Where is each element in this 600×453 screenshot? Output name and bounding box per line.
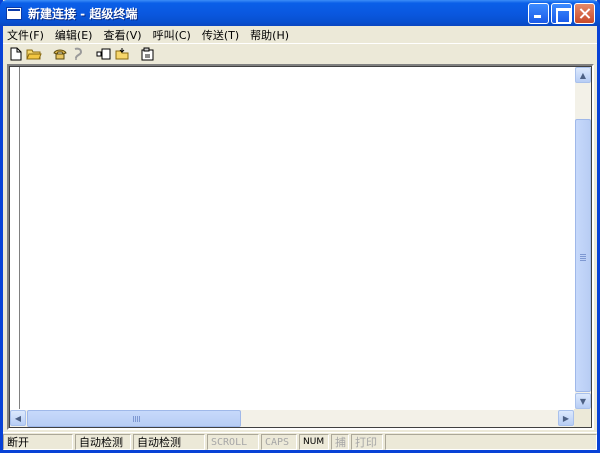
horizontal-scroll-thumb[interactable]: [27, 410, 241, 427]
status-num: NUM: [299, 433, 329, 450]
scroll-up-icon[interactable]: ▲: [575, 67, 591, 83]
new-document-icon[interactable]: [7, 45, 25, 62]
menu-help[interactable]: 帮助(H): [250, 27, 289, 43]
properties-icon[interactable]: [139, 45, 157, 62]
close-icon[interactable]: [574, 3, 595, 24]
open-folder-icon[interactable]: [25, 45, 43, 62]
status-connection: 断开: [3, 433, 73, 450]
scroll-right-icon[interactable]: ▶: [558, 410, 574, 426]
horizontal-scrollbar[interactable]: ◀ ▶: [10, 410, 574, 427]
hangup-icon[interactable]: [69, 45, 87, 62]
hyperterminal-window: 新建连接 - 超级终端 文件(F) 编辑(E) 查看(V) 呼叫(C) 传送(T…: [0, 0, 600, 453]
toolbar: [3, 43, 597, 63]
phone-icon[interactable]: [51, 45, 69, 62]
status-caps: CAPS: [261, 433, 297, 450]
terminal-border: ▲ ▼ ◀ ▶: [9, 66, 592, 428]
menu-edit[interactable]: 编辑(E): [55, 27, 93, 43]
menu-view[interactable]: 查看(V): [103, 27, 141, 43]
terminal-gutter: [13, 67, 20, 409]
status-empty: [385, 433, 597, 450]
status-bar: 断开 自动检测 自动检测 SCROLL CAPS NUM 捕 打印: [3, 432, 597, 450]
status-capture: 捕: [331, 433, 349, 450]
send-file-icon[interactable]: [95, 45, 113, 62]
status-scroll: SCROLL: [207, 433, 259, 450]
menu-bar: 文件(F) 编辑(E) 查看(V) 呼叫(C) 传送(T) 帮助(H): [3, 26, 597, 43]
status-print: 打印: [351, 433, 383, 450]
vertical-scrollbar[interactable]: ▲ ▼: [575, 67, 591, 409]
maximize-icon[interactable]: [551, 3, 572, 24]
scroll-left-icon[interactable]: ◀: [10, 410, 26, 426]
status-detect-1: 自动检测: [75, 433, 131, 450]
vertical-scroll-thumb[interactable]: [575, 119, 591, 392]
terminal-frame: ▲ ▼ ◀ ▶: [7, 64, 594, 430]
title-bar[interactable]: 新建连接 - 超级终端: [0, 0, 600, 26]
menu-transfer[interactable]: 传送(T): [202, 27, 239, 43]
app-icon[interactable]: [6, 6, 22, 20]
window-controls: [528, 3, 595, 24]
minimize-icon[interactable]: [528, 3, 549, 24]
window-title: 新建连接 - 超级终端: [28, 6, 138, 21]
scroll-corner: [574, 409, 591, 427]
receive-file-icon[interactable]: [113, 45, 131, 62]
status-detect-2: 自动检测: [133, 433, 205, 450]
terminal-screen[interactable]: [21, 67, 574, 409]
menu-file[interactable]: 文件(F): [7, 27, 44, 43]
scroll-down-icon[interactable]: ▼: [575, 393, 591, 409]
menu-call[interactable]: 呼叫(C): [153, 27, 191, 43]
